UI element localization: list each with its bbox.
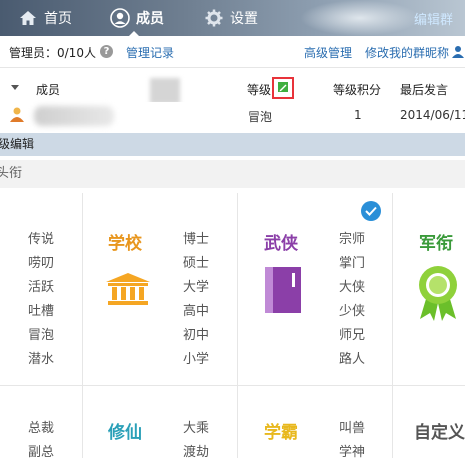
home-icon [18, 8, 38, 28]
list-item: 掌门 [339, 256, 366, 271]
header-level: 等级 [247, 83, 272, 97]
list-item: 冒泡 [28, 328, 55, 343]
title-category-grid: 传说 唠叨 活跃 吐槽 冒泡 潜水 学校 博士 硕士 大学 高中 初中 小学 武… [0, 193, 465, 458]
nav-settings[interactable]: 设置 [204, 0, 258, 36]
list-item: 大学 [183, 280, 210, 295]
list-item: 高中 [183, 304, 210, 319]
list-item: 大侠 [339, 280, 366, 295]
school-title-list: 博士 硕士 大学 高中 初中 小学 [183, 228, 209, 372]
avatar [9, 106, 25, 122]
nav-home-label: 首页 [44, 11, 72, 27]
qq-group-member-page: 首页 成员 设置 编辑群 管理员：0/10人 ? 管理记录 高级管理 修改我的群… [0, 0, 465, 458]
divider [237, 193, 238, 458]
list-item: 大乘 [183, 421, 210, 436]
list-item: 叫兽 [339, 421, 366, 436]
list-item: 硕士 [183, 256, 210, 271]
category-title: 学校 [108, 234, 142, 254]
edit-nickname-link[interactable]: 修改我的群昵称 [365, 44, 449, 61]
advanced-manage-link[interactable]: 高级管理 [304, 44, 352, 61]
divider [82, 193, 83, 458]
nav-home[interactable]: 首页 [18, 0, 72, 36]
admin-count: 管理员：0/10人 [9, 46, 96, 60]
divider [0, 385, 465, 386]
medal-icon [414, 265, 462, 324]
category-title: 修仙 [108, 423, 142, 443]
table-row[interactable]: 冒泡 1 2014/06/11 [0, 102, 465, 128]
list-item: 小学 [183, 352, 210, 367]
list-item: 师兄 [339, 328, 366, 343]
list-item: 少侠 [339, 304, 366, 319]
book-icon [265, 267, 301, 316]
category-title: 武侠 [264, 234, 298, 254]
help-icon[interactable]: ? [100, 45, 113, 58]
popup-title-bar: 级编辑 [0, 133, 465, 156]
admin-record-link[interactable]: 管理记录 [126, 44, 174, 61]
list-item: 宗师 [339, 232, 366, 247]
list-item: 路人 [339, 352, 366, 367]
list-item: 唠叨 [28, 256, 55, 271]
category-title: 自定义 [414, 423, 465, 443]
category-title: 学霸 [264, 423, 298, 443]
nav-background-decoration [300, 0, 420, 36]
popup-title: 级编辑 [0, 137, 35, 151]
row-level: 冒泡 [248, 110, 273, 124]
list-item: 副总 [28, 445, 55, 458]
header-member: 成员 [36, 83, 61, 97]
blurred-member-name [34, 106, 114, 126]
school-building-icon [106, 273, 150, 308]
table-header: 成员 等级 等级积分 最后发言 [0, 68, 465, 102]
xiuxian-title-list: 大乘 渡劫 [183, 417, 209, 458]
nav-settings-label: 设置 [230, 11, 258, 27]
nav-members-label: 成员 [136, 11, 164, 27]
row-last-date: 2014/06/11 [400, 108, 465, 122]
category-title: 军衔 [419, 234, 453, 254]
sort-down-icon[interactable] [11, 85, 19, 90]
list-item: 活跃 [28, 280, 55, 295]
header-points[interactable]: 等级积分 [333, 81, 381, 98]
gear-icon [204, 8, 224, 28]
list-item: 学神 [339, 445, 366, 458]
nickname-user-icon[interactable] [452, 45, 464, 62]
current-title-list[interactable]: 传说 唠叨 活跃 吐槽 冒泡 潜水 [28, 228, 54, 372]
list-item: 博士 [183, 232, 210, 247]
header-last-speak[interactable]: 最后发言 [400, 81, 448, 98]
xueba-title-list: 叫兽 学神 [339, 417, 365, 458]
edit-level-button[interactable] [272, 77, 294, 99]
user-icon [110, 8, 130, 28]
list-item: 传说 [28, 232, 55, 247]
row-points: 1 [354, 108, 362, 122]
popup-subtitle-bar: 头衔 [0, 160, 465, 188]
selected-check-icon [361, 201, 381, 221]
divider [392, 193, 393, 458]
level-edit-popup: 级编辑 头衔 传说 唠叨 活跃 吐槽 冒泡 潜水 学校 博士 硕士 大学 高中 … [0, 133, 465, 458]
admin-bar: 管理员：0/10人 ? 管理记录 高级管理 修改我的群昵称 [0, 36, 465, 68]
pencil-icon [277, 81, 289, 96]
popup-subtitle: 头衔 [0, 166, 23, 181]
nav-edit-group-link[interactable]: 编辑群 [414, 0, 453, 36]
top-nav: 首页 成员 设置 编辑群 [0, 0, 465, 37]
list-item: 潜水 [28, 352, 55, 367]
list-item: 吐槽 [28, 304, 55, 319]
list-item: 渡劫 [183, 445, 210, 458]
list-item: 初中 [183, 328, 210, 343]
list-item: 总裁 [28, 421, 55, 436]
bottom-title-list: 总裁 副总 [28, 417, 54, 458]
blurred-content [150, 78, 180, 104]
wuxia-title-list: 宗师 掌门 大侠 少侠 师兄 路人 [339, 228, 365, 372]
